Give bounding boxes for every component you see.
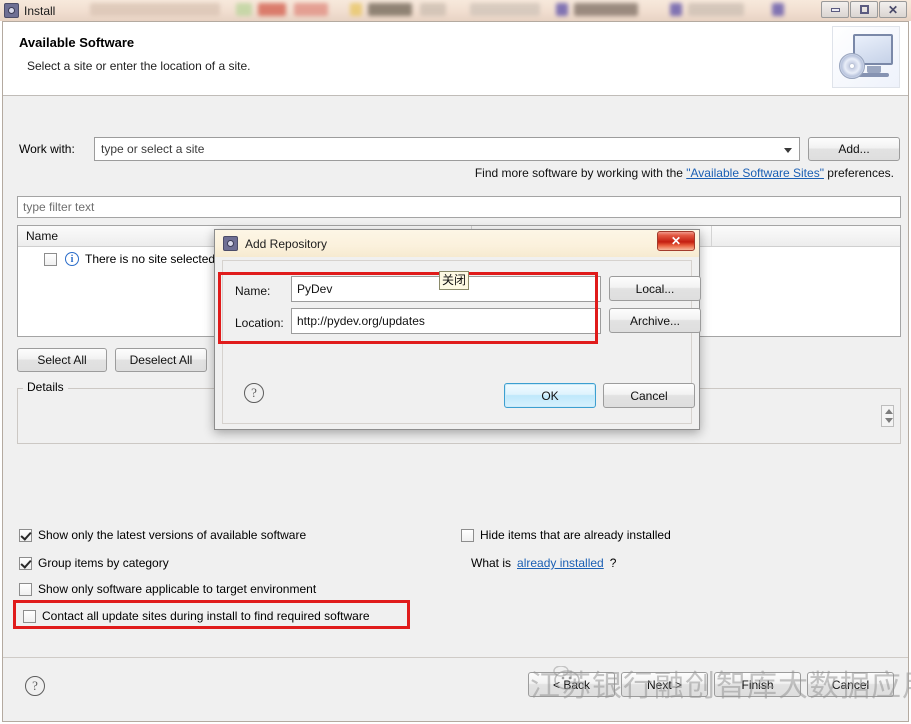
checkbox[interactable]	[19, 557, 32, 570]
work-with-value: type or select a site	[101, 142, 204, 156]
monitor-cd-icon	[832, 26, 900, 88]
blurred-desktop-artifact	[368, 3, 412, 16]
blurred-desktop-artifact	[470, 3, 540, 16]
option-applicable-to-target[interactable]: Show only software applicable to target …	[19, 582, 316, 596]
work-with-row: Work with: type or select a site Add...	[17, 137, 897, 161]
checkbox[interactable]	[19, 529, 32, 542]
back-button[interactable]: < Back	[528, 672, 615, 697]
dialog-title: Add Repository	[245, 237, 327, 251]
wizard-header: Available Software Select a site or ente…	[3, 22, 908, 96]
find-more-prefix: Find more software by working with the	[475, 166, 686, 180]
blurred-desktop-artifact	[688, 3, 744, 16]
find-more-suffix: preferences.	[824, 166, 894, 180]
window-titlebar: Install ✕	[0, 0, 911, 21]
eclipse-icon	[223, 236, 238, 251]
minimize-button[interactable]	[821, 1, 849, 18]
option-label: Hide items that are already installed	[480, 528, 671, 542]
deselect-all-button[interactable]: Deselect All	[115, 348, 207, 372]
what-is-suffix: ?	[610, 556, 617, 570]
add-repository-dialog: Add Repository ✕ Name: PyDev Location: h…	[214, 229, 700, 430]
work-with-combo[interactable]: type or select a site	[94, 137, 800, 161]
option-hide-already-installed[interactable]: Hide items that are already installed	[461, 528, 671, 542]
window-title: Install	[24, 4, 55, 18]
option-label: Show only software applicable to target …	[38, 582, 316, 596]
chevron-down-icon[interactable]	[784, 148, 792, 153]
checkbox[interactable]	[23, 610, 36, 623]
blurred-desktop-artifact	[420, 3, 446, 16]
what-is-prefix: What is	[471, 556, 511, 570]
option-label: Group items by category	[38, 556, 169, 570]
blurred-desktop-artifact	[294, 3, 328, 16]
finish-button[interactable]: Finish	[714, 672, 801, 697]
option-contact-all-update-sites[interactable]: Contact all update sites during install …	[23, 609, 370, 623]
blurred-desktop-artifact	[772, 3, 784, 16]
available-software-sites-link[interactable]: "Available Software Sites"	[686, 166, 824, 180]
checkbox[interactable]	[19, 583, 32, 596]
filter-placeholder: type filter text	[23, 200, 94, 214]
table-row[interactable]: i There is no site selected.	[18, 249, 218, 269]
blurred-desktop-artifact	[350, 3, 362, 16]
footer-button-group: < Back Next > Finish Cancel	[528, 672, 894, 697]
cancel-button[interactable]: Cancel	[807, 672, 894, 697]
already-installed-link[interactable]: already installed	[517, 556, 604, 570]
row-label: There is no site selected.	[85, 252, 218, 266]
local-button[interactable]: Local...	[609, 276, 701, 301]
blurred-desktop-artifact	[670, 3, 682, 16]
blurred-desktop-artifact	[90, 3, 220, 16]
select-all-button[interactable]: Select All	[17, 348, 107, 372]
checkbox[interactable]	[461, 529, 474, 542]
help-icon[interactable]: ?	[25, 676, 45, 696]
info-icon: i	[65, 252, 79, 266]
column-header-blank[interactable]	[712, 226, 900, 246]
find-more-software-text: Find more software by working with the "…	[475, 166, 894, 180]
add-repository-button[interactable]: Add...	[808, 137, 900, 161]
close-button[interactable]: ✕	[879, 1, 907, 18]
maximize-button[interactable]	[850, 1, 878, 18]
option-label: Contact all update sites during install …	[42, 609, 370, 623]
titlebar-left-group: Install	[4, 0, 55, 21]
blurred-desktop-artifact	[236, 3, 252, 16]
name-label: Name:	[235, 284, 270, 298]
row-checkbox[interactable]	[44, 253, 57, 266]
install-wizard-window: Install ✕ Available Software Select a si…	[0, 0, 911, 724]
dialog-cancel-button[interactable]: Cancel	[603, 383, 695, 408]
dialog-help-icon[interactable]: ?	[244, 383, 264, 403]
dialog-close-button[interactable]: ✕	[657, 231, 695, 251]
blurred-desktop-artifact	[574, 3, 638, 16]
details-legend: Details	[23, 380, 68, 394]
option-show-latest-versions[interactable]: Show only the latest versions of availab…	[19, 528, 306, 542]
filter-input[interactable]: type filter text	[17, 196, 901, 218]
close-tooltip: 关闭	[439, 271, 469, 290]
location-input[interactable]: http://pydev.org/updates	[291, 308, 601, 334]
details-scroll-spinner[interactable]	[881, 405, 894, 427]
page-subtitle: Select a site or enter the location of a…	[27, 59, 250, 73]
next-button[interactable]: Next >	[621, 672, 708, 697]
dialog-titlebar: Add Repository ✕	[215, 230, 699, 257]
blurred-desktop-artifact	[556, 3, 568, 16]
eclipse-icon	[4, 3, 19, 18]
ok-button[interactable]: OK	[504, 383, 596, 408]
blurred-desktop-artifact	[258, 3, 286, 16]
work-with-label: Work with:	[19, 142, 75, 156]
option-group-by-category[interactable]: Group items by category	[19, 556, 169, 570]
window-controls: ✕	[820, 1, 907, 18]
what-is-already-installed-text: What is already installed?	[471, 556, 616, 570]
location-label: Location:	[235, 316, 284, 330]
page-title: Available Software	[19, 35, 134, 50]
option-label: Show only the latest versions of availab…	[38, 528, 306, 542]
archive-button[interactable]: Archive...	[609, 308, 701, 333]
wizard-footer: ? < Back Next > Finish Cancel	[3, 657, 908, 721]
